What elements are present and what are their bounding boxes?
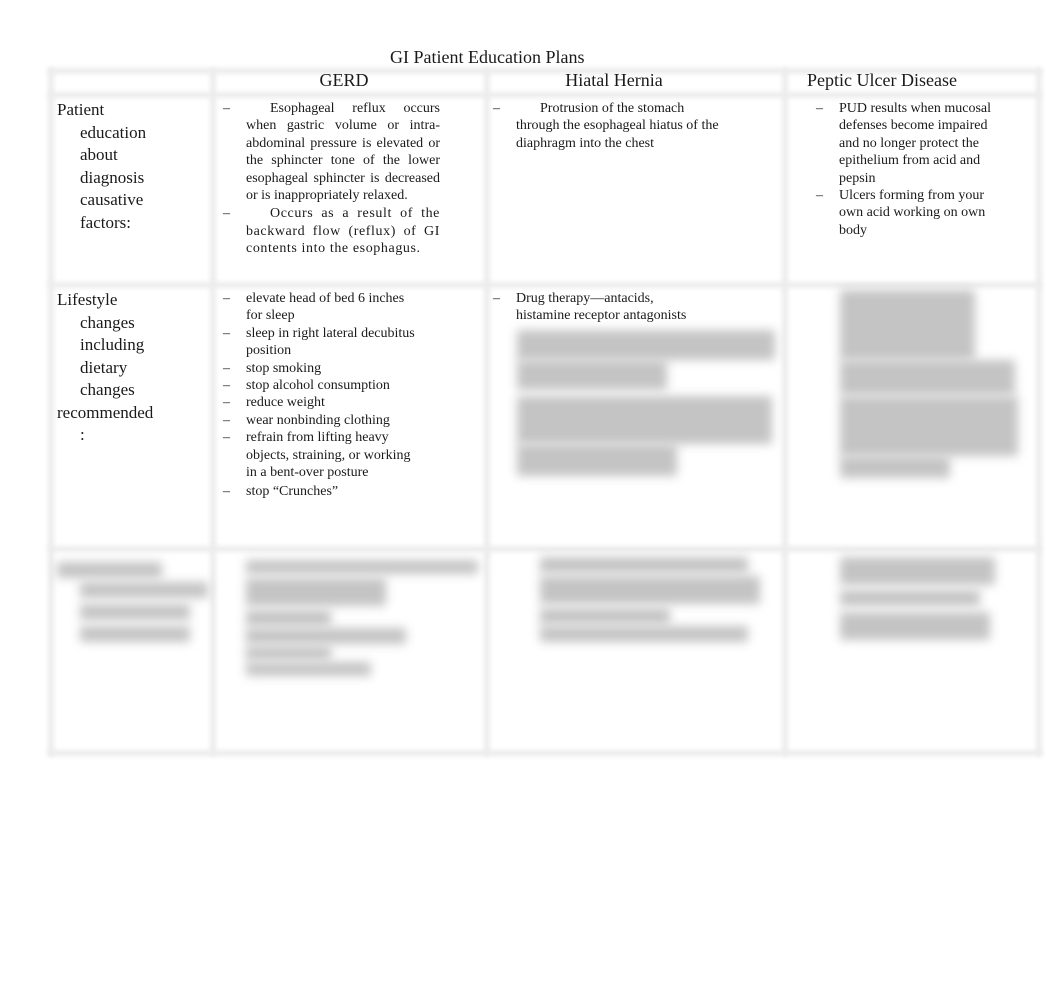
list-item: – stop smoking [223, 360, 423, 377]
list-item: – stop “Crunches” [223, 483, 423, 500]
list-item-text: wear nonbinding clothing [246, 412, 390, 428]
row-label-line: : [80, 425, 85, 444]
list-item: – elevate head of bed 6 inches for sleep [223, 290, 423, 325]
cell-gerd-diagnosis: – Esophageal reflux occurs when gastric … [223, 100, 440, 258]
cell-hiatal-hernia-lifestyle: – Drug therapy—antacids, histamine recep… [493, 290, 703, 325]
dash-bullet-icon: – [223, 412, 230, 428]
dash-bullet-icon: – [493, 101, 500, 116]
list-item: – Occurs as a result of the backward flo… [223, 205, 440, 257]
list-item-text: Ulcers forming from your own acid workin… [839, 188, 986, 238]
dash-bullet-icon: – [223, 395, 230, 411]
dash-bullet-icon: – [493, 291, 500, 306]
list-item: – PUD results when mucosal defenses beco… [816, 100, 1004, 187]
row-label-line: about [80, 145, 118, 164]
row-label-line: changes [80, 380, 135, 399]
list-item-text: stop “Crunches” [246, 484, 339, 500]
list-item: – stop alcohol consumption [223, 377, 423, 394]
list-item-text: reduce weight [246, 395, 325, 411]
column-divider [484, 68, 490, 756]
list-item-text: Esophageal reflux occurs when gastric vo… [246, 101, 440, 204]
list-item-text: stop smoking [246, 360, 322, 376]
dash-bullet-icon: – [223, 378, 230, 394]
cell-gerd-lifestyle: – elevate head of bed 6 inches for sleep … [223, 290, 423, 501]
row-divider [48, 546, 1042, 552]
column-header-gerd: GERD [319, 70, 369, 90]
row-label-diagnosis: Patient education about diagnosis causat… [57, 99, 146, 234]
table-border-right [1036, 68, 1042, 756]
row-label-line: recommended [57, 402, 154, 422]
row-label-line: diagnosis [80, 167, 145, 187]
dash-bullet-icon: – [223, 325, 230, 341]
column-divider [210, 68, 216, 756]
list-item-text: Drug therapy—antacids, histamine recepto… [516, 291, 687, 324]
row-label-line: causative [80, 190, 144, 209]
dash-bullet-icon: – [223, 484, 230, 500]
dash-bullet-icon: – [816, 101, 823, 116]
row-label-line: Lifestyle [57, 290, 118, 309]
dash-bullet-icon: – [223, 360, 230, 376]
row-label-line: Patient [57, 100, 105, 119]
list-item: – refrain from lifting heavy objects, str… [223, 429, 423, 481]
list-item: – reduce weight [223, 394, 423, 411]
table-border-left [48, 68, 54, 756]
list-item: – wear nonbinding clothing [223, 412, 423, 429]
list-item-text: refrain from lifting heavy objects, stra… [246, 430, 411, 481]
dash-bullet-icon: – [816, 188, 823, 204]
list-item-text: stop alcohol consumption [246, 378, 390, 394]
list-item-text: elevate head of bed 6 inches for sleep [246, 291, 405, 324]
row-label-line: education [80, 122, 147, 142]
list-item-text: Occurs as a result of the backward flow … [246, 206, 440, 257]
row-divider [48, 92, 1042, 98]
dash-bullet-icon: – [223, 206, 230, 222]
dash-bullet-icon: – [223, 430, 230, 446]
list-item-text: Protrusion of the stomach through the es… [516, 101, 719, 151]
document-title: GI Patient Education Plans [390, 47, 585, 67]
dash-bullet-icon: – [223, 101, 230, 116]
dash-bullet-icon: – [223, 291, 230, 306]
list-item-text: PUD results when mucosal defenses become… [839, 101, 992, 186]
column-header-hiatal-hernia: Hiatal Hernia [565, 70, 663, 90]
list-item-text: sleep in right lateral decubitus positio… [246, 325, 415, 359]
row-divider [48, 282, 1042, 288]
cell-pud-diagnosis: – PUD results when mucosal defenses beco… [816, 100, 1004, 239]
row-label-line: factors: [80, 212, 131, 232]
list-item: – Esophageal reflux occurs when gastric … [223, 100, 440, 204]
list-item: – sleep in right lateral decubitus positi… [223, 325, 423, 360]
list-item: – Ulcers forming from your own acid work… [816, 187, 1004, 239]
cell-hiatal-hernia-diagnosis: – Protrusion of the stomach through the … [493, 100, 723, 152]
row-label-lifestyle: Lifestyle changes including dietary chan… [57, 289, 153, 447]
list-item: – Drug therapy—antacids, histamine recep… [493, 290, 703, 325]
column-divider [782, 68, 788, 756]
row-label-line: including [80, 335, 145, 354]
row-label-line: dietary [80, 357, 128, 377]
row-label-line: changes [80, 312, 135, 332]
table-border-bottom [48, 750, 1042, 756]
column-header-pud: Peptic Ulcer Disease [807, 70, 957, 90]
list-item: – Protrusion of the stomach through the … [493, 100, 723, 152]
